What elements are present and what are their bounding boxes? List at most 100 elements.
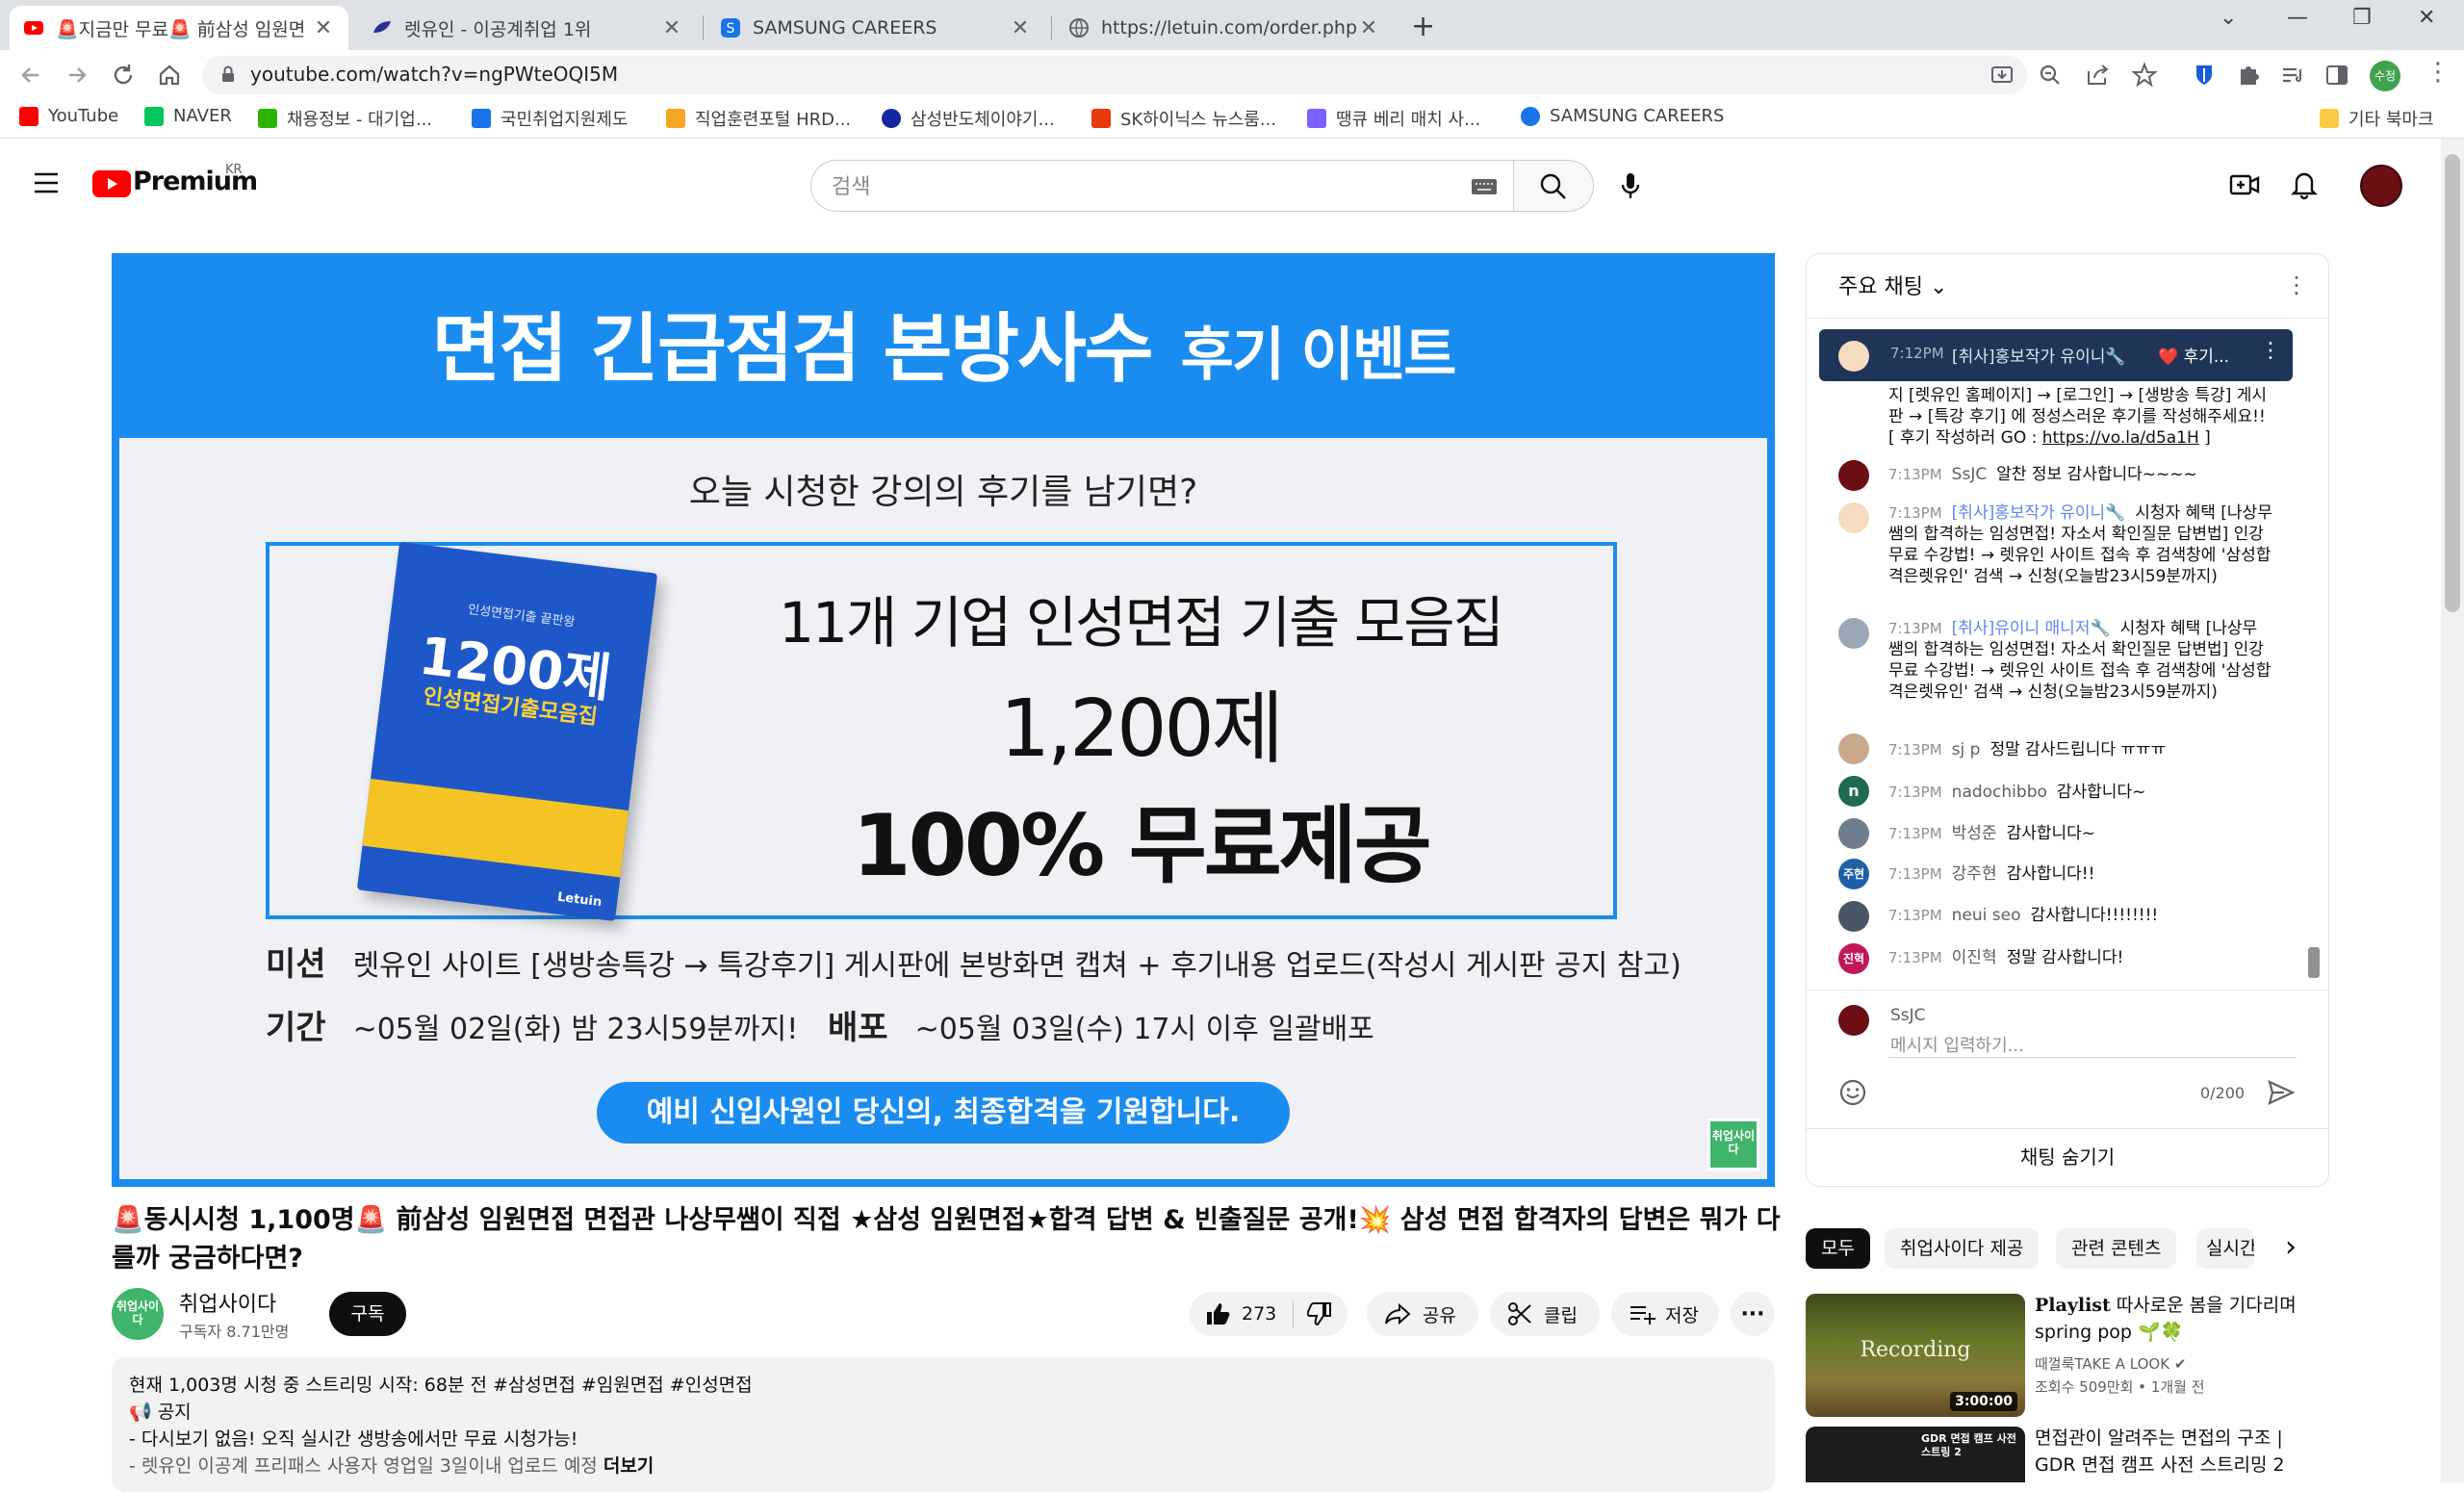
video-title: 🚨동시시청 1,100명🚨 前삼성 임원면접 면접관 나상무쌤이 직접 ★삼성 …	[112, 1205, 1781, 1273]
bookmark-national-employment[interactable]: 국민취업지원제도	[472, 106, 628, 131]
chip-live[interactable]: 실시간	[2196, 1228, 2254, 1269]
bookmark-samsung-semi[interactable]: 삼성반도체이야기...	[882, 106, 1055, 131]
chat-scrollbar[interactable]	[2308, 947, 2320, 978]
close-window-icon[interactable]: ✕	[2418, 6, 2435, 30]
back-icon[interactable]	[17, 62, 44, 89]
home-icon[interactable]	[156, 62, 183, 89]
chip-all[interactable]: 모두	[1806, 1228, 1870, 1269]
youtube-logo-icon[interactable]	[92, 170, 131, 197]
browser-menu-icon[interactable]: ⋮	[2426, 58, 2451, 87]
pinned-author: [취사]홍보작가 유이니🔧	[1952, 347, 2126, 367]
bookmark-job-info[interactable]: 채용정보 - 대기업...	[258, 106, 432, 131]
bitwarden-extension-icon[interactable]	[2191, 62, 2218, 89]
emoji-icon[interactable]	[1838, 1078, 1867, 1107]
video-channel-watermark: 취업사이다	[1707, 1119, 1759, 1170]
close-tab-icon[interactable]: ✕	[312, 16, 335, 40]
message-author[interactable]: 강주현	[1952, 864, 1997, 884]
bookmark-samsung-careers[interactable]: SAMSUNG CAREERS	[1521, 106, 1724, 126]
bookmark-hrd[interactable]: 직업훈련포털 HRD...	[666, 106, 851, 131]
chat-mode-selector[interactable]: 주요 채팅 ⌄	[1838, 270, 1947, 300]
page-scrollbar-thumb[interactable]	[2445, 154, 2460, 612]
bookmark-sk-hynix[interactable]: SK하이닉스 뉴스룸...	[1091, 106, 1276, 131]
scissors-icon	[1508, 1302, 1531, 1325]
tab-letuin-order[interactable]: https://letuin.com/order.php ✕	[1055, 6, 1394, 50]
notifications-bell-icon[interactable]	[2291, 169, 2318, 200]
share-page-icon[interactable]	[2085, 62, 2112, 89]
hide-chat-button[interactable]: 채팅 숨기기	[1807, 1142, 2328, 1170]
bookmark-star-icon[interactable]	[2131, 62, 2158, 89]
like-button[interactable]: 273	[1190, 1299, 1294, 1328]
bookmark-label: NAVER	[173, 106, 232, 126]
reading-list-icon[interactable]	[2279, 62, 2306, 89]
message-text: 감사합니다~	[2006, 824, 2096, 843]
bookmark-label: YouTube	[48, 106, 119, 126]
chat-message-input[interactable]: 메시지 입력하기...	[1890, 1032, 2024, 1057]
extensions-puzzle-icon[interactable]	[2235, 62, 2262, 89]
hamburger-menu-icon[interactable]	[33, 171, 60, 194]
subscribe-button[interactable]: 구독	[329, 1292, 406, 1336]
bookmark-thankyou-match[interactable]: 땡큐 베리 매치 사...	[1307, 106, 1480, 131]
message-author[interactable]: 박성준	[1952, 824, 1997, 843]
chips-next-icon[interactable]: ›	[2285, 1230, 2297, 1264]
bookmark-youtube[interactable]: YouTube	[19, 106, 118, 126]
recommendation-channel[interactable]: 때껄룩TAKE A LOOK ✔	[2035, 1353, 2186, 1374]
message-author[interactable]: 이진혁	[1952, 948, 1997, 967]
recommendation-thumbnail[interactable]: GDR 면접 캠프 사전 스트링 2	[1806, 1427, 2025, 1482]
search-input[interactable]	[810, 160, 1513, 212]
thumbs-down-icon[interactable]	[1307, 1301, 1332, 1326]
message-author[interactable]: SsJC	[1952, 465, 1988, 484]
hashtags[interactable]: #삼성면접 #임원면접 #인성면접	[493, 1375, 753, 1396]
more-actions-button[interactable]: ···	[1731, 1292, 1775, 1336]
pinned-more-icon[interactable]: ⋮	[2260, 339, 2281, 363]
message-author[interactable]: [취사]유이니 매니저🔧	[1952, 619, 2111, 638]
tab-search-icon[interactable]: ⌄	[2220, 6, 2237, 30]
channel-name[interactable]: 취업사이다	[179, 1287, 276, 1318]
tab-youtube[interactable]: 🚨지금만 무료🚨 前삼성 임원면 ✕	[10, 6, 348, 50]
bookmark-naver[interactable]: NAVER	[144, 106, 232, 126]
install-app-icon[interactable]	[1989, 62, 2015, 89]
restore-icon[interactable]: ❐	[2352, 6, 2372, 30]
video-question: 오늘 시청한 강의의 후기를 남기면?	[688, 473, 1198, 512]
close-tab-icon[interactable]: ✕	[1009, 16, 1032, 40]
reload-icon[interactable]	[110, 62, 137, 89]
pinned-message[interactable]: 7:12PM [취사]홍보작가 유이니🔧 ❤️ 후기... ⋮	[1819, 329, 2293, 381]
tab-samsung-careers[interactable]: S SAMSUNG CAREERS ✕	[706, 6, 1045, 50]
sk-hynix-icon	[1091, 109, 1111, 128]
create-video-icon[interactable]	[2229, 171, 2260, 198]
channel-avatar[interactable]: 취업사이다	[112, 1288, 164, 1340]
recommendation-thumbnail[interactable]: Recording 3:00:00	[1806, 1294, 2025, 1417]
chat-more-icon[interactable]: ⋮	[2285, 271, 2308, 298]
clip-button[interactable]: 클립	[1490, 1292, 1600, 1336]
save-button[interactable]: 저장	[1611, 1292, 1719, 1336]
close-tab-icon[interactable]: ✕	[660, 16, 683, 40]
zoom-icon[interactable]	[2037, 62, 2064, 89]
message-author[interactable]: sj p	[1952, 740, 1981, 759]
chip-channel[interactable]: 취업사이다 제공	[1885, 1228, 2040, 1269]
keyboard-icon[interactable]	[1471, 177, 1498, 196]
match-icon	[1307, 109, 1326, 128]
send-icon[interactable]	[2268, 1080, 2295, 1105]
bookmark-label: 직업훈련포털 HRD...	[695, 110, 852, 130]
chip-related[interactable]: 관련 콘텐츠	[2056, 1228, 2177, 1269]
close-tab-icon[interactable]: ✕	[1357, 16, 1380, 40]
side-panel-icon[interactable]	[2323, 62, 2350, 89]
recommendation-title[interactable]: Playlist 따사로운 봄을 기다리며 spring pop 🌱🍀	[2035, 1292, 2323, 1346]
site-info-icon[interactable]	[218, 64, 239, 85]
share-button[interactable]: 공유	[1367, 1292, 1478, 1336]
video-line-2: 1,200제	[999, 683, 1284, 775]
new-tab-button[interactable]: +	[1411, 10, 1435, 43]
message-author[interactable]: [취사]홍보작가 유이니🔧	[1952, 503, 2126, 523]
account-avatar[interactable]	[2360, 165, 2402, 207]
recommendation-title[interactable]: 면접관이 알려주는 면접의 구조 | GDR 면접 캠프 사전 스트리밍 2	[2035, 1425, 2323, 1479]
microphone-icon[interactable]	[1619, 171, 1642, 200]
minimize-icon[interactable]: —	[2287, 6, 2308, 30]
profile-avatar[interactable]: 수정	[2370, 61, 2400, 91]
tab-letuin[interactable]: 렛유인 - 이공계취업 1위 ✕	[358, 6, 697, 50]
message-author[interactable]: nadochibbo	[1952, 783, 2047, 802]
message-author[interactable]: neui seo	[1952, 906, 2021, 925]
chat-link[interactable]: https://vo.la/d5a1H	[2042, 428, 2199, 448]
forward-icon[interactable]	[64, 62, 90, 89]
other-bookmarks[interactable]: 기타 북마크	[2320, 106, 2434, 131]
show-more-link[interactable]: 더보기	[603, 1455, 654, 1477]
message-time: 7:13PM	[1888, 504, 1942, 522]
